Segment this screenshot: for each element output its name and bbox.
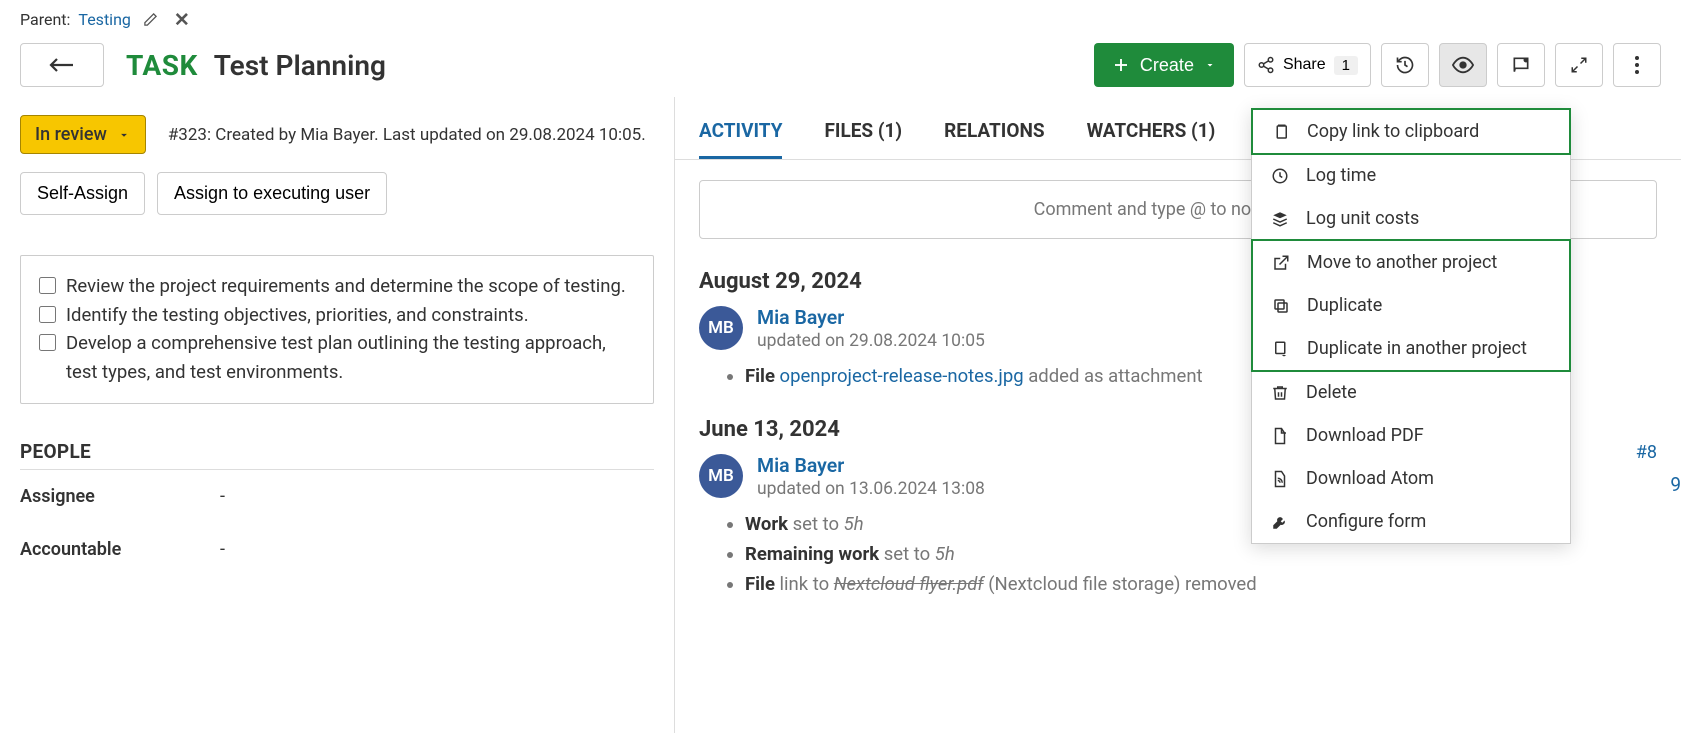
fullscreen-button[interactable] [1555,43,1603,87]
clock-icon [1270,167,1290,185]
export-icon [1271,254,1291,272]
checklist-item: Review the project requirements and dete… [39,272,635,301]
create-button[interactable]: Create [1094,43,1234,87]
menu-download-atom[interactable]: Download Atom [1252,457,1570,500]
more-actions-button[interactable] [1613,43,1661,87]
trash-icon [1270,384,1290,402]
watch-button[interactable] [1439,43,1487,87]
menu-delete[interactable]: Delete [1252,371,1570,414]
avatar[interactable]: MB [699,454,743,498]
parent-label: Parent: [20,10,70,29]
create-label: Create [1140,55,1194,76]
menu-label: Move to another project [1307,252,1497,273]
checklist-item: Develop a comprehensive test plan outlin… [39,329,635,386]
parent-link[interactable]: Testing [78,10,130,29]
change-field: File [745,573,775,595]
change-text: added as attachment [1028,365,1202,387]
menu-copy-link[interactable]: Copy link to clipboard [1253,110,1569,153]
share-label: Share [1283,56,1326,74]
avatar[interactable]: MB [699,306,743,350]
change-text: set to [793,513,839,535]
edit-parent-icon[interactable] [139,12,162,27]
description-checklist[interactable]: Review the project requirements and dete… [20,255,654,404]
activity-number-link[interactable]: #8 [1636,442,1657,463]
activity-change: Remaining work set to 5h [745,543,1657,565]
menu-label: Log unit costs [1306,208,1419,229]
accountable-label: Accountable [20,539,220,560]
checklist-item: Identify the testing objectives, priorit… [39,301,635,330]
menu-download-pdf[interactable]: Download PDF [1252,414,1570,457]
activity-file-link[interactable]: openproject-release-notes.jpg [780,365,1024,387]
details-pane: In review #323: Created by Mia Bayer. La… [0,97,675,733]
menu-log-time[interactable]: Log time [1252,154,1570,197]
assign-executing-user-button[interactable]: Assign to executing user [157,172,387,215]
title-row: TASK Test Planning Create Share 1 [0,31,1681,97]
menu-configure-form[interactable]: Configure form [1252,500,1570,543]
checklist-text: Develop a comprehensive test plan outlin… [66,329,635,386]
history-button[interactable] [1381,43,1429,87]
assignee-value: - [220,486,225,507]
change-field: Remaining work [745,543,879,565]
checklist-checkbox[interactable] [39,277,56,294]
self-assign-button[interactable]: Self-Assign [20,172,145,215]
tab-relations[interactable]: RELATIONS [944,119,1044,159]
menu-move-project[interactable]: Move to another project [1253,241,1569,284]
change-value: 5h [935,543,955,565]
menu-duplicate-other-project[interactable]: Duplicate in another project [1253,327,1569,370]
status-dropdown[interactable]: In review [20,115,146,154]
menu-label: Log time [1306,165,1376,186]
file-pdf-icon [1270,427,1290,445]
menu-label: Download Atom [1306,468,1434,489]
menu-label: Duplicate in another project [1307,338,1527,359]
people-header: PEOPLE [20,440,654,470]
back-button[interactable] [20,43,104,87]
copy-icon [1271,297,1291,315]
parent-breadcrumb: Parent: Testing ✕ [0,0,1681,31]
tab-watchers[interactable]: WATCHERS (1) [1087,119,1216,159]
change-value-removed: Nextcloud flyer.pdf [834,573,984,595]
tab-files[interactable]: FILES (1) [824,119,902,159]
menu-log-costs[interactable]: Log unit costs [1252,197,1570,240]
task-type-label: TASK [126,49,198,82]
tab-activity[interactable]: ACTIVITY [699,119,782,159]
share-count: 1 [1334,56,1358,75]
menu-label: Configure form [1306,511,1426,532]
menu-duplicate[interactable]: Duplicate [1253,284,1569,327]
change-value: 5h [844,513,864,535]
change-text: (Nextcloud file storage) removed [988,573,1256,595]
activity-number-peek[interactable]: 9 [1670,473,1681,496]
status-label: In review [35,124,107,145]
menu-label: Copy link to clipboard [1307,121,1479,142]
change-field: File [745,365,775,387]
copy-out-icon [1271,340,1291,358]
change-text: link to [780,573,830,595]
menu-label: Duplicate [1307,295,1382,316]
remove-parent-icon[interactable]: ✕ [170,8,194,31]
clipboard-icon [1271,123,1291,141]
change-text: set to [884,543,930,565]
checklist-text: Review the project requirements and dete… [66,272,626,301]
checklist-checkbox[interactable] [39,334,56,351]
notifications-button[interactable] [1497,43,1545,87]
task-meta: #323: Created by Mia Bayer. Last updated… [168,125,646,145]
menu-label: Delete [1306,382,1357,403]
activity-change: File link to Nextcloud flyer.pdf (Nextcl… [745,573,1657,595]
menu-label: Download PDF [1306,425,1424,446]
change-field: Work [745,513,788,535]
share-button[interactable]: Share 1 [1244,43,1371,87]
file-atom-icon [1270,470,1290,488]
task-title[interactable]: Test Planning [214,49,386,82]
wrench-icon [1270,513,1290,531]
assignee-label: Assignee [20,486,220,507]
assignee-field[interactable]: Assignee - [20,470,654,523]
checklist-text: Identify the testing objectives, priorit… [66,301,529,330]
accountable-value: - [220,539,225,560]
layers-icon [1270,210,1290,228]
checklist-checkbox[interactable] [39,306,56,323]
more-actions-menu: Copy link to clipboard Log time Log unit… [1251,108,1571,544]
accountable-field[interactable]: Accountable - [20,523,654,576]
